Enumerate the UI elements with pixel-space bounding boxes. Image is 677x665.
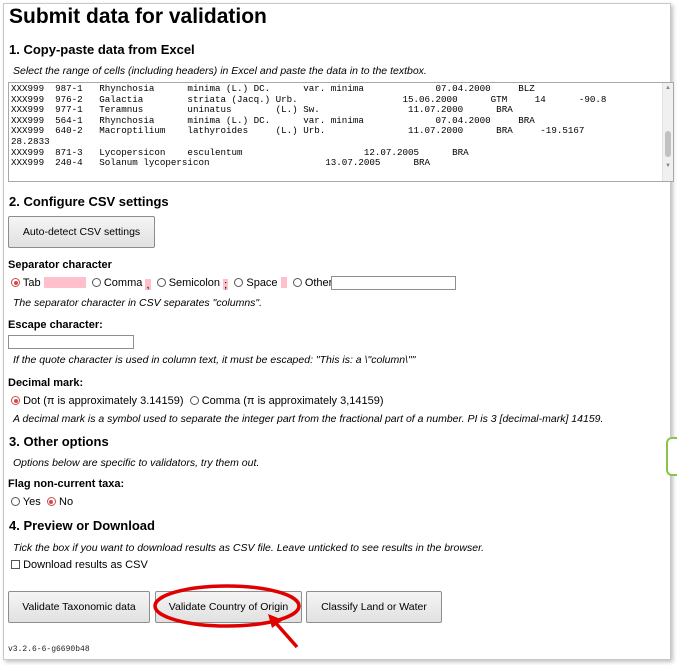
annotation-arrow-shaft bbox=[272, 619, 299, 649]
version-text: v3.2.6-6-g6690b48 bbox=[8, 645, 90, 654]
side-tab-handle[interactable] bbox=[666, 437, 677, 476]
annotation-overlay bbox=[153, 584, 301, 649]
annotation-arrow-head-icon bbox=[268, 614, 283, 628]
